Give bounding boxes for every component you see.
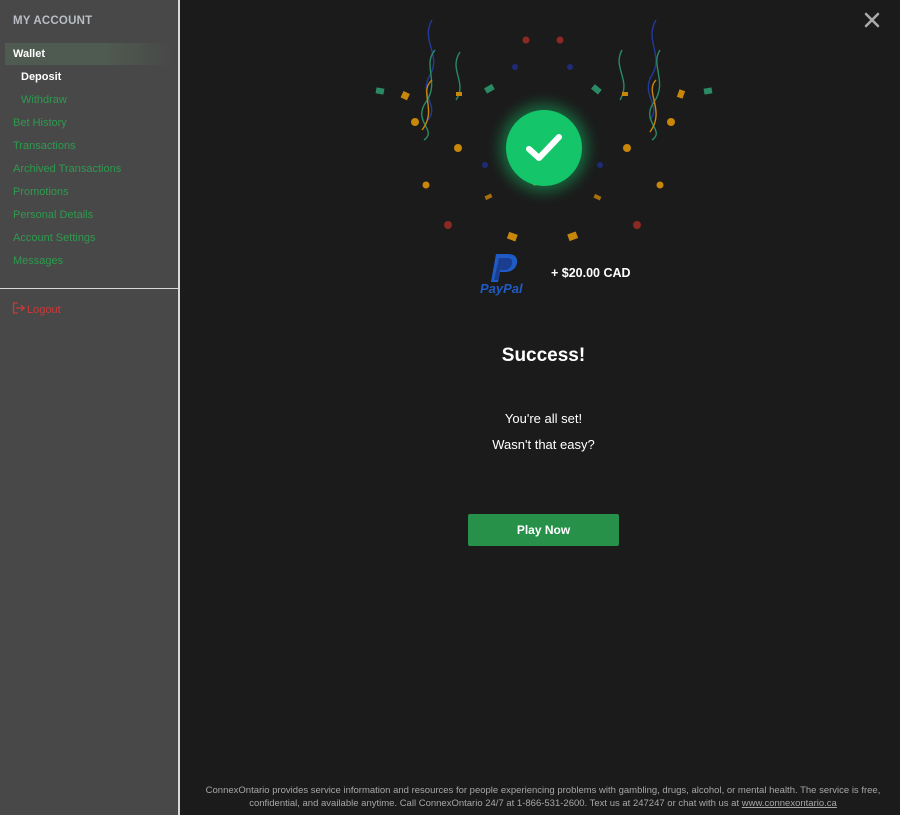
sidebar-item-archived-transactions[interactable]: Archived Transactions [0, 158, 178, 180]
logout-label: Logout [27, 303, 61, 316]
success-message-line-1: You're all set! [504, 411, 583, 426]
sidebar-divider [0, 288, 178, 289]
sidebar-title: MY ACCOUNT [13, 15, 93, 27]
logout-button[interactable]: Logout [12, 302, 61, 317]
footer-link[interactable]: www.connexontario.ca [742, 798, 837, 809]
sidebar-item-withdraw[interactable]: Withdraw [0, 89, 178, 111]
sidebar-item-promotions[interactable]: Promotions [0, 181, 178, 203]
sidebar-item-transactions[interactable]: Transactions [0, 135, 178, 157]
checkmark-icon [526, 134, 562, 161]
logout-icon [12, 302, 25, 317]
sidebar-item-wallet[interactable]: Wallet [5, 43, 173, 65]
sidebar-item-personal-details[interactable]: Personal Details [0, 204, 178, 226]
close-icon[interactable] [862, 10, 882, 30]
deposit-amount: + $20.00 CAD [551, 266, 631, 280]
success-check-badge [506, 110, 582, 186]
sidebar-item-account-settings[interactable]: Account Settings [0, 227, 178, 249]
account-sidebar: MY ACCOUNT Wallet Deposit Withdraw Bet H… [0, 0, 180, 815]
sidebar-item-deposit[interactable]: Deposit [0, 66, 178, 88]
play-now-button[interactable]: Play Now [468, 514, 619, 546]
success-message-line-2: Wasn't that easy? [492, 437, 595, 452]
footer-disclaimer: ConnexOntario provides service informati… [190, 784, 896, 810]
payment-method-label: PayPal [480, 281, 523, 296]
sidebar-item-bet-history[interactable]: Bet History [0, 112, 178, 134]
success-title: Success! [501, 345, 586, 366]
sidebar-item-messages[interactable]: Messages [0, 250, 178, 272]
